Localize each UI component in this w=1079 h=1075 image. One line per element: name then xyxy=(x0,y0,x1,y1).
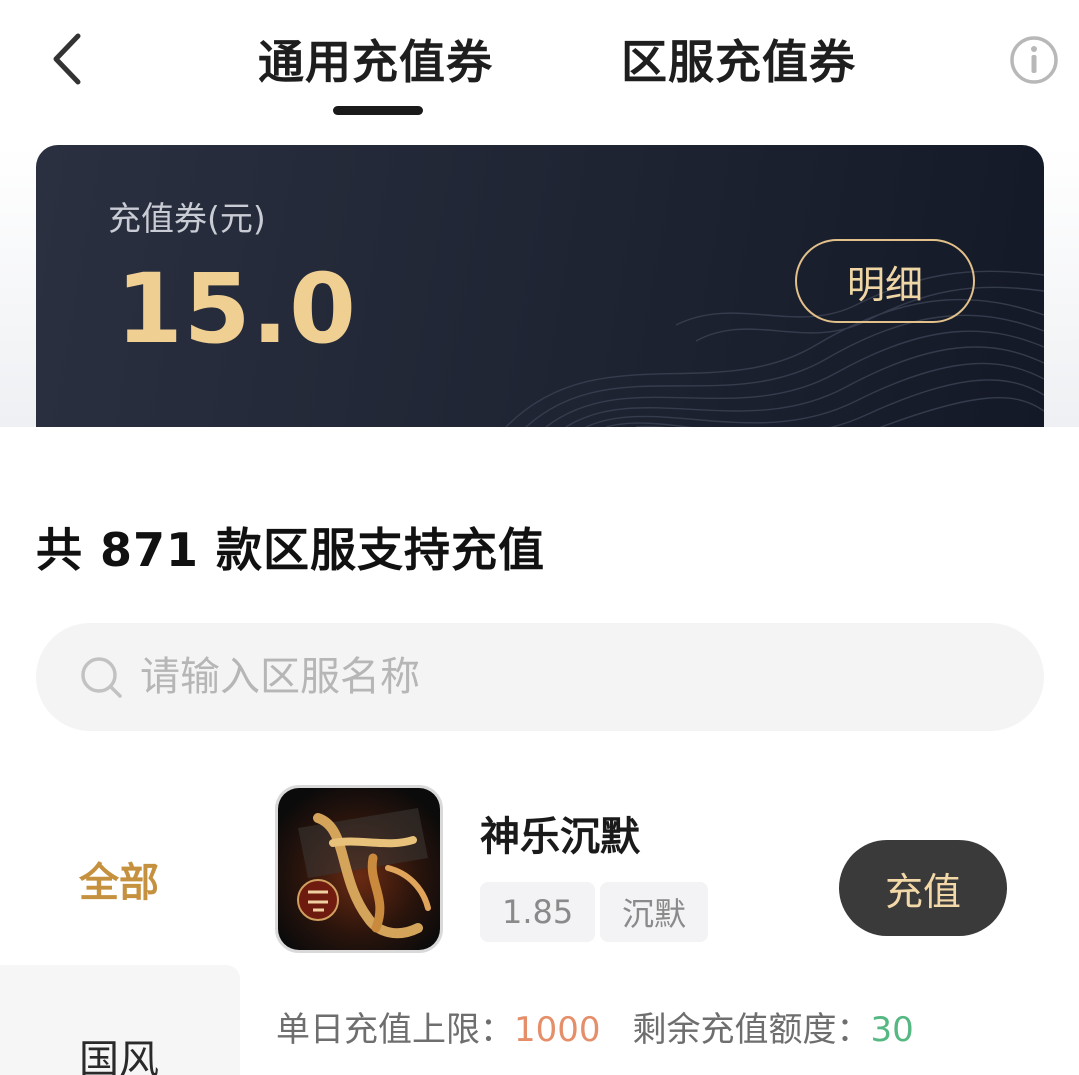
active-tab-indicator xyxy=(333,106,423,115)
search-bar[interactable] xyxy=(36,623,1044,731)
balance-amount: 15.0 xyxy=(116,253,357,365)
recharge-limits: 单日充值上限：1000 剩余充值额度：30 xyxy=(276,1002,914,1051)
top-nav: 通用充值券 区服充值券 xyxy=(0,0,1079,145)
back-button[interactable] xyxy=(40,24,100,94)
search-input[interactable] xyxy=(140,643,1000,711)
info-circle-icon xyxy=(1010,36,1058,84)
game-tag-category: 沉默 xyxy=(600,882,709,942)
search-icon xyxy=(81,657,122,698)
remaining-value: 30 xyxy=(870,1010,914,1050)
chevron-left-icon xyxy=(53,33,81,85)
page: 通用充值券 区服充值券 充值券(元) 15.0 明细 共 871 款区服支持充值… xyxy=(0,0,1079,1075)
info-button[interactable] xyxy=(1008,34,1060,86)
game-tag-version: 1.85 xyxy=(480,882,596,942)
recharge-button[interactable]: 充值 xyxy=(839,840,1007,936)
category-sidebar: 全部 国风 xyxy=(0,780,240,1075)
balance-label: 充值券(元) xyxy=(108,199,266,238)
remaining-label: 剩余充值额度： xyxy=(632,1010,871,1050)
tab-server-voucher[interactable]: 区服充值券 xyxy=(621,26,856,92)
game-logo-image xyxy=(278,788,440,950)
supported-server-count: 共 871 款区服支持充值 xyxy=(36,523,546,577)
category-item-guofeng[interactable]: 国风 xyxy=(0,965,240,1075)
category-item-all[interactable]: 全部 xyxy=(0,850,240,930)
voucher-balance-card: 充值券(元) 15.0 明细 xyxy=(36,145,1044,427)
daily-limit-label: 单日充值上限： xyxy=(276,1010,514,1050)
game-icon[interactable] xyxy=(275,785,443,953)
tab-general-voucher[interactable]: 通用充值券 xyxy=(258,26,493,92)
daily-limit-value: 1000 xyxy=(514,1010,601,1050)
game-name[interactable]: 神乐沉默 xyxy=(480,804,640,862)
detail-button[interactable]: 明细 xyxy=(795,239,975,323)
